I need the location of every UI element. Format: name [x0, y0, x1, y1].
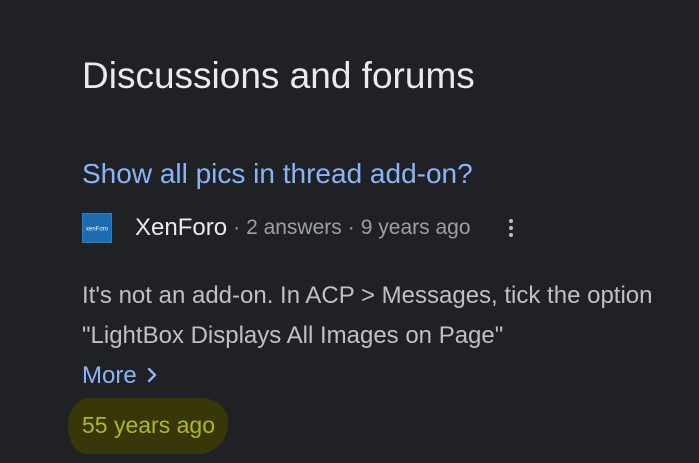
search-results-page: Discussions and forums Show all pics in …: [0, 0, 699, 463]
kebab-dot: [508, 226, 513, 230]
chevron-right-icon: [147, 359, 157, 393]
timestamp: 55 years ago: [82, 412, 215, 438]
xenforo-logo-text: xenForo: [86, 227, 109, 233]
timestamp-highlight-area: 55 years ago: [68, 398, 228, 454]
kebab-dot: [508, 233, 513, 237]
answer-snippet: It's not an add-on. In ACP > Messages, t…: [82, 282, 653, 349]
result-title-link[interactable]: Show all pics in thread add-on?: [82, 156, 473, 192]
more-label: More: [82, 362, 137, 389]
more-vert-icon[interactable]: [501, 213, 521, 243]
meta-separator: ·: [347, 216, 355, 239]
answer-count: 2 answers: [246, 216, 342, 239]
section-title: Discussions and forums: [82, 55, 475, 96]
more-link[interactable]: More: [82, 359, 157, 393]
site-name[interactable]: XenForo: [135, 214, 227, 242]
kebab-dot: [508, 219, 513, 223]
xenforo-logo-mark: xenForo: [86, 227, 109, 233]
result-meta-row: xenForo XenForo · 2 answers · 9 years ag…: [82, 211, 521, 245]
post-age: 9 years ago: [360, 216, 471, 239]
xenforo-logo-icon[interactable]: xenForo: [82, 213, 112, 243]
meta-separator: ·: [233, 216, 241, 239]
